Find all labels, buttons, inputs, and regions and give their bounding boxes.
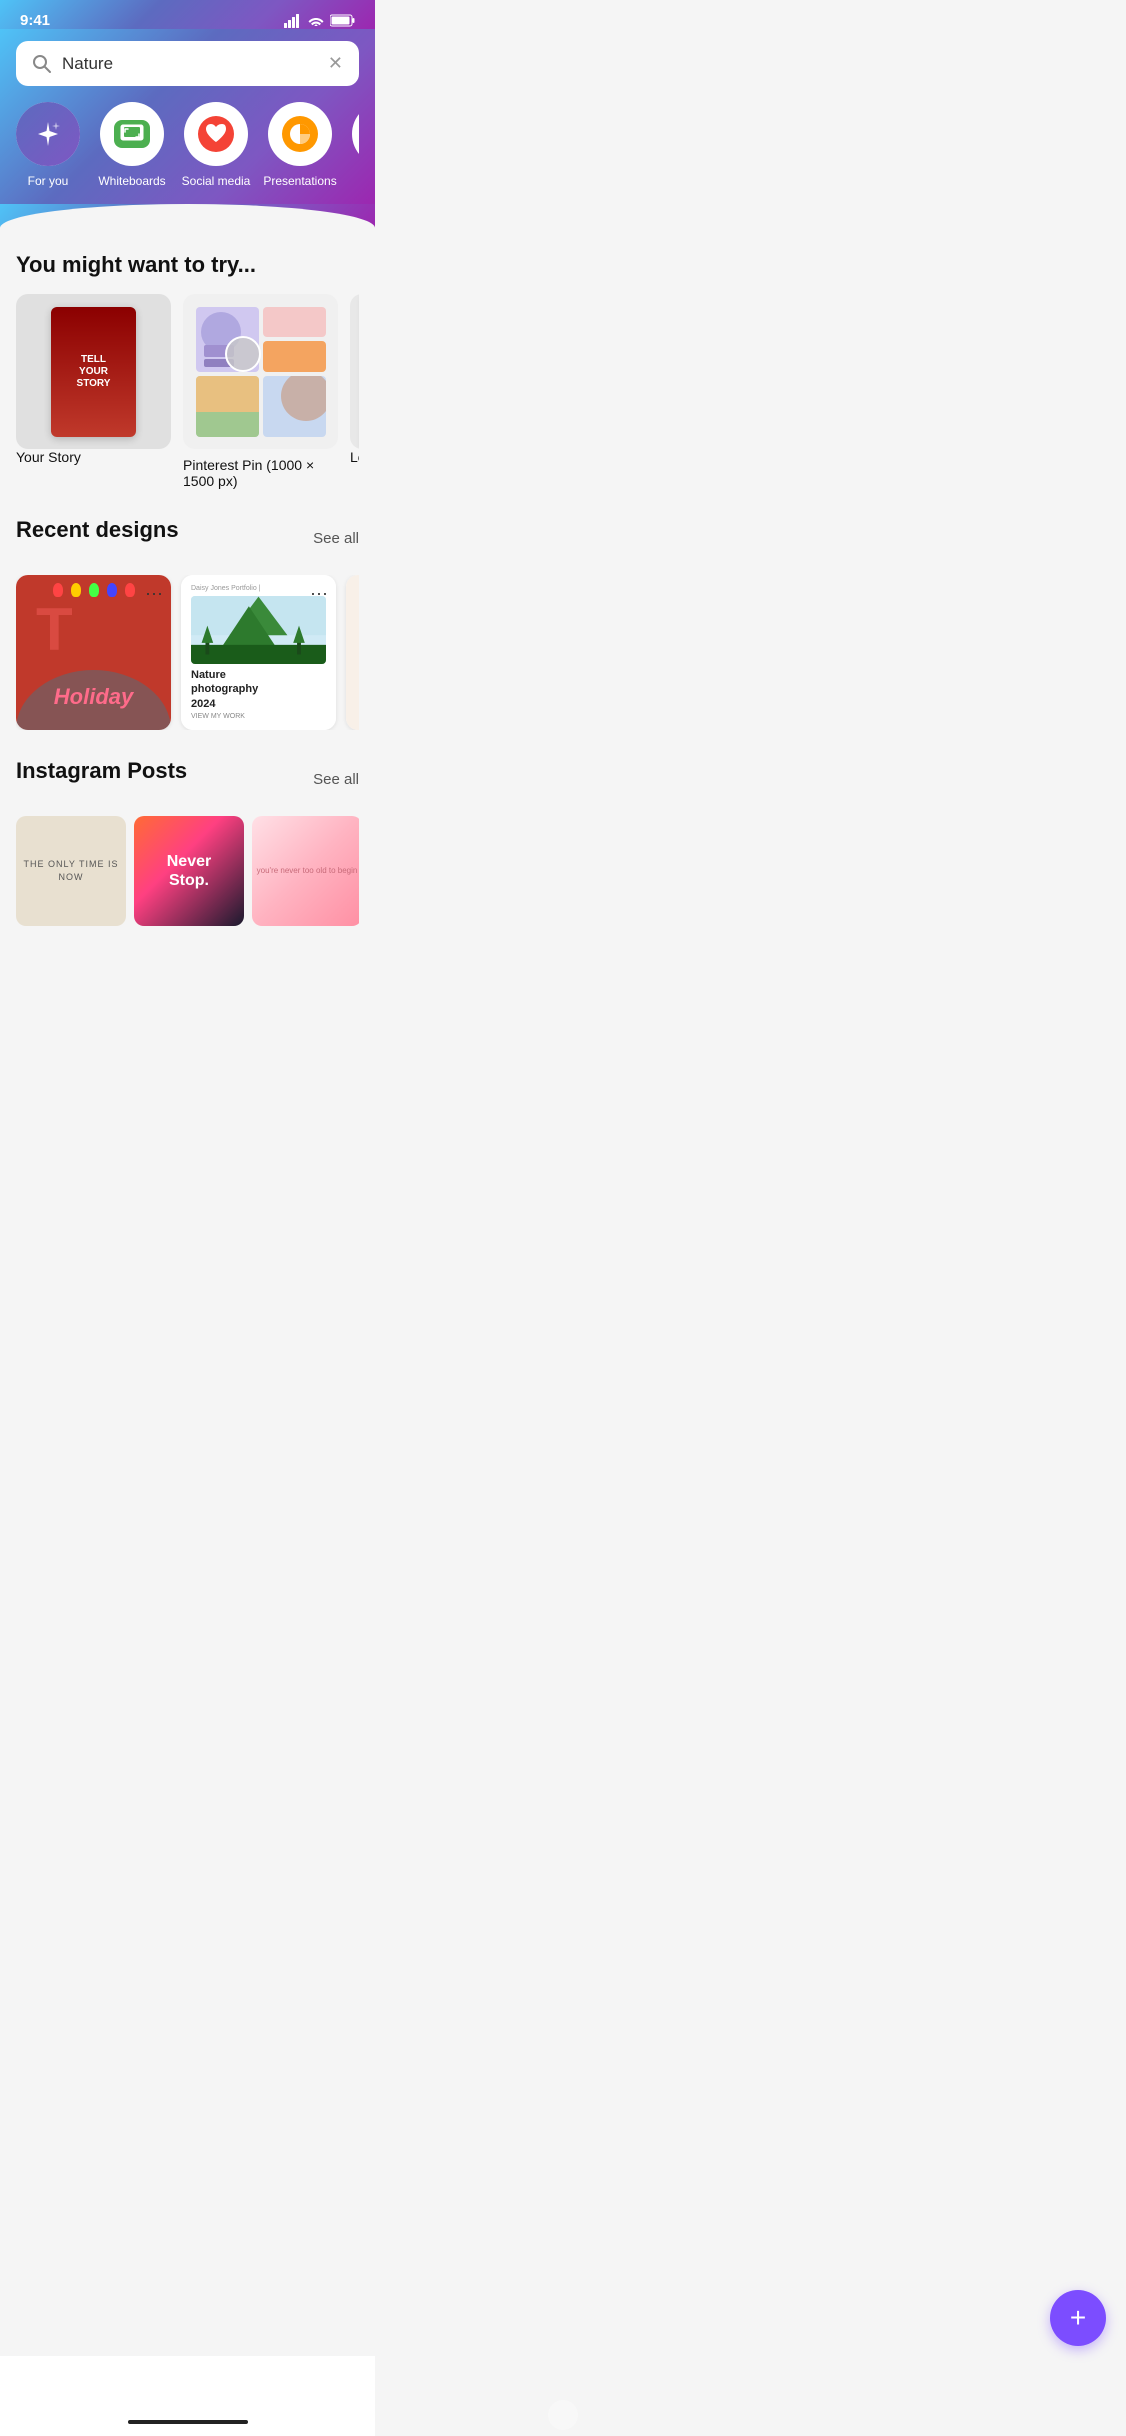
- wifi-icon: [308, 15, 324, 27]
- signal-icon: [284, 14, 302, 28]
- recent-design-cards: ··· Holiday T: [16, 575, 359, 730]
- nature-title: Naturephotography2024: [191, 668, 326, 711]
- story-card-image: TELLYOURSTORY: [16, 294, 171, 449]
- light-red2: [125, 583, 135, 597]
- never-stop-text: Never Stop.: [167, 852, 211, 890]
- main-content: You might want to try... TELLYOURSTORY Y…: [0, 228, 375, 1022]
- is-now-text: THE ONLY TIME IS NOW: [16, 858, 126, 885]
- recent-designs-section: Recent designs See all ···: [16, 517, 359, 730]
- category-for-you[interactable]: For you: [16, 102, 80, 188]
- create-fab-button[interactable]: +: [1050, 2290, 1106, 2346]
- wave-separator: [0, 204, 375, 228]
- never-stop-card-content: Never Stop.: [134, 816, 244, 926]
- design-card-menu-nature[interactable]: ···: [310, 583, 328, 604]
- instagram-see-all-button[interactable]: See all: [313, 771, 359, 788]
- design-card-bethany[interactable]: BIO PORTFOLIO Bethany Jones I'm a dedica…: [346, 575, 359, 730]
- categories-row: For you Whiteboards: [16, 102, 359, 204]
- category-label-social: Social media: [182, 174, 251, 188]
- sparkle-icon: [32, 118, 64, 150]
- try-card-pinterest[interactable]: Pinterest Pin (1000 × 1500 px): [183, 294, 338, 489]
- fab-plus-icon: +: [1070, 2304, 1086, 2332]
- design-card-nature[interactable]: ··· Daisy Jones Portfolio |: [181, 575, 336, 730]
- recent-see-all-button[interactable]: See all: [313, 530, 359, 547]
- category-icon-presentations: [268, 102, 332, 166]
- insta-card-never-stop[interactable]: Never Stop.: [134, 816, 244, 926]
- try-cards-list: TELLYOURSTORY Your Story: [16, 294, 359, 489]
- category-label-presentations: Presentations: [263, 174, 336, 188]
- pie-chart-icon: [286, 120, 314, 148]
- recent-designs-header: Recent designs See all: [16, 517, 359, 559]
- instagram-section: Instagram Posts See all THE ONLY TIME IS…: [16, 758, 359, 926]
- try-section: You might want to try... TELLYOURSTORY Y…: [16, 252, 359, 489]
- heart-icon: [202, 120, 230, 148]
- nature-mountains: [191, 596, 326, 664]
- instagram-section-title: Instagram Posts: [16, 758, 187, 784]
- try-section-title: You might want to try...: [16, 252, 359, 278]
- instagram-section-header: Instagram Posts See all: [16, 758, 359, 800]
- category-label-whiteboards: Whiteboards: [98, 174, 165, 188]
- category-icon-whiteboards: [100, 102, 164, 166]
- nature-card-header: Daisy Jones Portfolio |: [191, 585, 326, 592]
- status-icons: [284, 14, 355, 28]
- header: Nature ✕ For you: [0, 29, 375, 204]
- try-card-label-logo: Logo: [350, 449, 359, 465]
- search-icon: [32, 54, 52, 74]
- search-input[interactable]: Nature: [62, 54, 318, 74]
- whiteboard-icon: [120, 124, 144, 144]
- try-card-label-story: Your Story: [16, 449, 171, 465]
- bethany-card-content: BIO PORTFOLIO Bethany Jones I'm a dedica…: [346, 575, 359, 730]
- light-green: [89, 583, 99, 597]
- recent-designs-title: Recent designs: [16, 517, 179, 543]
- category-presentations[interactable]: Presentations: [268, 102, 332, 188]
- mountains-svg: [191, 596, 326, 664]
- home-indicator: [0, 2356, 375, 2436]
- holiday-text: Holiday: [54, 684, 133, 710]
- logo-card-image: YOURBRAND: [350, 294, 359, 449]
- home-bar: [128, 2420, 248, 2424]
- status-time: 9:41: [20, 12, 50, 29]
- category-whiteboards[interactable]: Whiteboards: [100, 102, 164, 188]
- category-video[interactable]: Video: [352, 102, 359, 188]
- pink-card-text: you're never too old to begin: [257, 865, 358, 877]
- clear-search-button[interactable]: ✕: [328, 53, 343, 74]
- instagram-cards-list: THE ONLY TIME IS NOW Never Stop. you're …: [16, 816, 359, 926]
- try-card-label-pinterest: Pinterest Pin (1000 × 1500 px): [183, 457, 338, 489]
- category-icon-video: [352, 102, 359, 166]
- search-bar: Nature ✕: [16, 41, 359, 86]
- try-card-your-story[interactable]: TELLYOURSTORY Your Story: [16, 294, 171, 489]
- category-icon-social: [184, 102, 248, 166]
- category-social-media[interactable]: Social media: [184, 102, 248, 188]
- status-bar: 9:41: [0, 0, 375, 29]
- pink-card-content: you're never too old to begin: [252, 816, 359, 926]
- pinterest-card-image: [183, 294, 338, 449]
- category-label-for-you: For you: [28, 174, 69, 188]
- nature-subtitle: VIEW MY WORK: [191, 713, 326, 720]
- battery-icon: [330, 14, 355, 27]
- category-icon-for-you: [16, 102, 80, 166]
- design-card-menu-holiday[interactable]: ···: [145, 583, 163, 604]
- try-card-logo[interactable]: YOURBRAND Logo: [350, 294, 359, 489]
- light-blue: [107, 583, 117, 597]
- insta-card-is-now[interactable]: THE ONLY TIME IS NOW: [16, 816, 126, 926]
- is-now-card-content: THE ONLY TIME IS NOW: [16, 816, 126, 926]
- insta-card-pink[interactable]: you're never too old to begin: [252, 816, 359, 926]
- design-card-holiday[interactable]: ··· Holiday T: [16, 575, 171, 730]
